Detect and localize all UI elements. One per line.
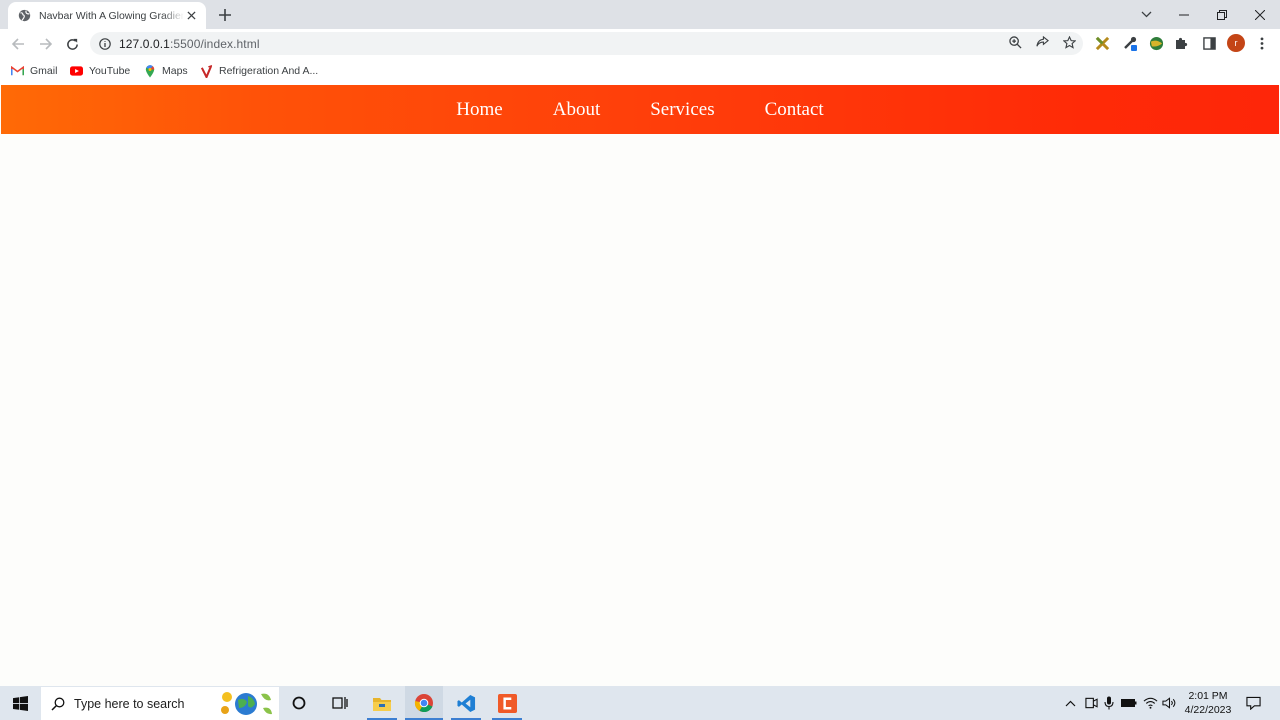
tray-overflow-chevron-icon[interactable] (1062, 695, 1078, 711)
bookmarks-bar: Gmail YouTube Maps Refrigeration And A..… (0, 58, 1280, 85)
close-window-button[interactable] (1241, 0, 1279, 29)
extension-eyedropper-icon[interactable] (1121, 34, 1139, 52)
chrome-icon (414, 694, 433, 713)
extension-globe-icon[interactable] (1147, 34, 1165, 52)
minimize-icon (1179, 14, 1189, 15)
search-placeholder: Type here to search (74, 696, 185, 711)
url-host: 127.0.0.1 (119, 36, 170, 51)
search-icon (51, 697, 65, 711)
star-icon (1062, 35, 1076, 49)
bookmark-label: Gmail (30, 65, 58, 77)
nav-link-services[interactable]: Services (650, 99, 714, 121)
bookmark-label: Maps (162, 65, 188, 77)
arrow-right-icon (39, 38, 52, 50)
task-view-button[interactable] (326, 686, 354, 720)
chevron-down-icon (1141, 11, 1151, 18)
arrow-left-icon (11, 38, 24, 50)
new-tab-button[interactable] (216, 6, 234, 24)
windows-logo-icon (12, 695, 28, 711)
volume-icon[interactable] (1161, 695, 1177, 711)
restore-icon (1217, 9, 1227, 20)
tab-close-icon[interactable] (184, 9, 198, 23)
plus-icon (219, 9, 231, 21)
vscode-taskbar-button[interactable] (449, 686, 483, 720)
bookmark-maps[interactable]: Maps (143, 63, 188, 79)
chrome-taskbar-button[interactable] (405, 686, 443, 720)
back-button[interactable] (8, 34, 28, 54)
info-icon[interactable] (99, 37, 111, 50)
more-vertical-icon (1260, 36, 1264, 50)
clock-date: 4/22/2023 (1184, 704, 1232, 716)
restore-button[interactable] (1203, 0, 1241, 29)
chrome-menu-button[interactable] (1253, 34, 1271, 52)
notifications-icon[interactable] (1245, 695, 1261, 711)
extension-x-icon[interactable] (1093, 34, 1111, 52)
tray-meet-icon[interactable] (1083, 695, 1099, 711)
start-button[interactable] (0, 686, 40, 720)
refrigeration-icon (200, 64, 213, 78)
tab-title: Navbar With A Glowing Gradient (39, 9, 185, 22)
browser-tab-strip: Navbar With A Glowing Gradient (0, 0, 1280, 29)
battery-icon[interactable] (1121, 695, 1137, 711)
profile-avatar[interactable]: r (1227, 34, 1245, 52)
url-path: :5500/index.html (169, 36, 260, 51)
search-highlight-globe-icon[interactable] (217, 688, 275, 719)
cortana-button[interactable] (285, 686, 313, 720)
page-viewport: Home About Services Contact (1, 85, 1279, 686)
gmail-icon (11, 65, 24, 78)
browser-toolbar: 127.0.0.1:5500/index.html (0, 29, 1280, 58)
file-explorer-button[interactable] (365, 686, 399, 720)
minimize-button[interactable] (1165, 0, 1203, 29)
bookmark-gmail[interactable]: Gmail (11, 63, 57, 79)
reload-button[interactable] (62, 34, 82, 54)
nav-link-contact[interactable]: Contact (765, 99, 824, 121)
nav-link-about[interactable]: About (553, 99, 601, 121)
windows-taskbar: Type here to search 2:01 PM 4/22/2023 (0, 686, 1280, 720)
bookmark-label: Refrigeration And A... (219, 65, 319, 77)
youtube-icon (70, 65, 83, 78)
forward-button[interactable] (35, 34, 55, 54)
orange-app-icon (497, 693, 517, 713)
wifi-icon[interactable] (1142, 695, 1158, 711)
cortana-circle-icon (292, 696, 306, 710)
vscode-icon (456, 694, 475, 712)
clock-time: 2:01 PM (1188, 690, 1228, 702)
app-taskbar-button[interactable] (490, 686, 524, 720)
folder-icon (373, 697, 391, 711)
bookmark-refrigeration[interactable]: Refrigeration And A... (200, 63, 318, 79)
bookmark-star-button[interactable] (1060, 33, 1078, 51)
zoom-icon (1008, 35, 1022, 49)
task-view-icon (332, 697, 348, 709)
address-bar[interactable]: 127.0.0.1:5500/index.html (90, 32, 1083, 55)
taskbar-search-box[interactable]: Type here to search (41, 687, 279, 720)
zoom-button[interactable] (1006, 33, 1024, 51)
tab-search-button[interactable] (1127, 0, 1165, 29)
extensions-puzzle-icon[interactable] (1173, 34, 1191, 52)
close-icon (1255, 9, 1265, 20)
microphone-icon[interactable] (1101, 695, 1117, 711)
maps-icon (143, 64, 156, 78)
taskbar-clock[interactable]: 2:01 PM 4/22/2023 (1180, 689, 1236, 717)
share-icon (1035, 35, 1049, 46)
globe-icon (18, 9, 31, 22)
side-panel-icon[interactable] (1200, 34, 1218, 52)
nav-link-home[interactable]: Home (456, 99, 502, 121)
share-button[interactable] (1033, 33, 1051, 51)
gradient-navbar: Home About Services Contact (1, 85, 1279, 134)
url-text[interactable]: 127.0.0.1:5500/index.html (119, 37, 260, 51)
bookmark-label: YouTube (89, 65, 131, 77)
reload-icon (66, 38, 78, 50)
browser-tab[interactable]: Navbar With A Glowing Gradient (8, 2, 206, 29)
bookmark-youtube[interactable]: YouTube (70, 63, 130, 79)
